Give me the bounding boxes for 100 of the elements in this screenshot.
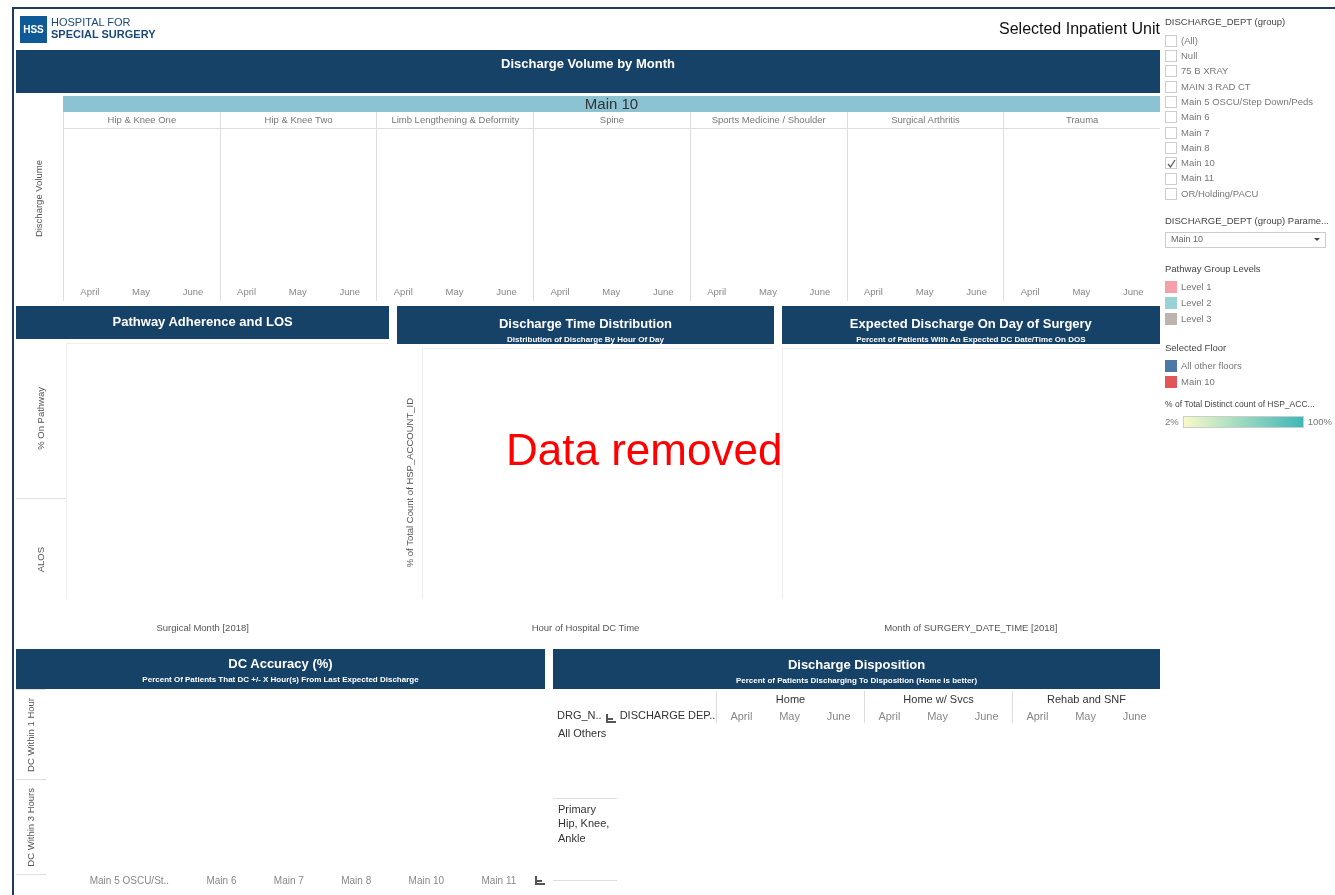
row-label: DC Within 3 Hours bbox=[23, 787, 37, 867]
axis-title: % On Pathway bbox=[33, 387, 47, 451]
sort-icon bbox=[605, 714, 616, 723]
axis-label: Main 7 bbox=[272, 873, 305, 888]
checkbox-label: Main 5 OSCU/Step Down/Peds bbox=[1181, 94, 1313, 109]
checkbox[interactable] bbox=[1165, 126, 1177, 139]
facet-label: Hip & Knee One bbox=[64, 112, 220, 129]
column-header: April bbox=[878, 708, 901, 724]
axis-label: Main 6 bbox=[205, 873, 238, 888]
legend-label: Level 2 bbox=[1181, 295, 1212, 310]
legend-label: 2% bbox=[1165, 415, 1179, 429]
legend-label: Main 10 bbox=[1181, 375, 1215, 390]
axis-label: Main 11 bbox=[480, 873, 518, 888]
legend-label: Level 3 bbox=[1181, 311, 1212, 326]
facet-label: Hip & Knee Two bbox=[220, 112, 377, 129]
axis-label: June bbox=[182, 285, 204, 299]
facet-label: Surgical Arthritis bbox=[847, 112, 1004, 129]
panel-title: DC Accuracy (%) bbox=[227, 655, 334, 673]
row-label: DC Within 1 Hour bbox=[23, 697, 37, 772]
column-header: DISCHARGE DEP.. bbox=[619, 707, 716, 723]
watermark-text: Data removed bbox=[506, 424, 783, 476]
axis-label: June bbox=[809, 285, 831, 299]
legend-label: 100% bbox=[1307, 415, 1332, 429]
checkbox[interactable] bbox=[1165, 157, 1177, 170]
legend-label: Level 1 bbox=[1181, 279, 1212, 294]
row-label: All Others bbox=[558, 726, 608, 741]
axis-label: June bbox=[496, 285, 517, 299]
facet-label: Sports Medicine / Shoulder bbox=[690, 112, 847, 129]
checkbox[interactable] bbox=[1165, 141, 1177, 154]
axis-label: May bbox=[288, 285, 307, 299]
panel-title: Expected Discharge On Day of Surgery bbox=[848, 315, 1093, 333]
legend-title: % of Total Distinct count of HSP_ACC... bbox=[1165, 398, 1316, 411]
panel-subtitle: Percent of Patients Discharging To Disposition (Home is better) bbox=[734, 674, 979, 687]
column-header: Home w/ Svcs bbox=[902, 692, 975, 707]
logo-mark: HSS bbox=[20, 15, 47, 43]
checkbox-label: (All) bbox=[1181, 33, 1198, 48]
legend-title: Pathway Group Levels bbox=[1165, 261, 1262, 276]
legend-title: Selected Floor bbox=[1165, 341, 1228, 355]
row-label: Primary Hip, Knee, Ankle bbox=[558, 802, 611, 845]
axis-label: June bbox=[652, 285, 674, 299]
checkbox[interactable] bbox=[1165, 50, 1177, 63]
parameter-title: DISCHARGE_DEPT (group) Parame... bbox=[1165, 213, 1330, 228]
axis-title: Month of SURGERY_DATE_TIME [2018] bbox=[883, 621, 1059, 635]
dropdown[interactable]: Main 10 bbox=[1165, 231, 1326, 248]
sort-icon bbox=[535, 875, 545, 885]
axis-label: June bbox=[966, 285, 987, 299]
checkbox[interactable] bbox=[1165, 172, 1177, 185]
axis-label: Main 8 bbox=[340, 873, 373, 888]
checkbox[interactable] bbox=[1165, 65, 1177, 78]
column-header: Home bbox=[774, 692, 807, 707]
checkbox[interactable] bbox=[1165, 111, 1177, 124]
column-header: June bbox=[974, 708, 999, 724]
checkbox[interactable] bbox=[1165, 80, 1177, 93]
axis-title: Hour of Hospital DC Time bbox=[530, 621, 641, 635]
axis-label: May bbox=[758, 285, 777, 299]
checkbox-label: OR/Holding/PACU bbox=[1181, 186, 1259, 201]
panel-subtitle: Percent of Patients With An Expected DC Date/Time On DOS bbox=[855, 333, 1087, 346]
column-header: June bbox=[826, 708, 851, 724]
legend-label: All other floors bbox=[1181, 359, 1242, 374]
checkbox[interactable] bbox=[1165, 96, 1177, 109]
axis-label: June bbox=[1123, 285, 1144, 299]
column-header: May bbox=[779, 708, 800, 724]
checkbox-label: Main 11 bbox=[1181, 171, 1215, 186]
logo-text: SPECIAL SURGERY bbox=[51, 29, 156, 41]
axis-label: April bbox=[550, 285, 570, 299]
column-header: June bbox=[1122, 708, 1147, 724]
axis-label: April bbox=[80, 285, 100, 299]
checkbox-label: Main 6 bbox=[1181, 110, 1210, 125]
column-header: Rehab and SNF bbox=[1046, 692, 1127, 707]
filter-title: DISCHARGE_DEPT (group) bbox=[1165, 15, 1287, 29]
checkbox-label: MAIN 3 RAD CT bbox=[1181, 79, 1251, 94]
panel-title: Pathway Adherence and LOS bbox=[111, 313, 294, 331]
column-header: May bbox=[927, 708, 948, 724]
axis-label: May bbox=[445, 285, 464, 299]
facet-label: Limb Lengthening & Deformity bbox=[377, 112, 534, 129]
checkbox-label: Null bbox=[1181, 49, 1198, 64]
axis-label: May bbox=[602, 285, 621, 299]
panel-title: Discharge Disposition bbox=[786, 656, 927, 674]
axis-title: Surgical Month [2018] bbox=[155, 621, 250, 635]
axis-title: ALOS bbox=[33, 547, 47, 573]
checkbox[interactable] bbox=[1165, 34, 1177, 47]
page-title: Selected Inpatient Unit bbox=[999, 19, 1160, 39]
checkbox[interactable] bbox=[1165, 187, 1177, 200]
checkbox-label: Main 10 bbox=[1181, 156, 1215, 171]
axis-title: % of Total Count of HSP_ACCOUNT_ID bbox=[402, 397, 416, 568]
column-header: DRG_N.. bbox=[557, 707, 602, 723]
column-header: May bbox=[1075, 708, 1096, 724]
axis-label: Main 10 bbox=[407, 873, 446, 888]
column-header: April bbox=[1026, 708, 1049, 724]
facet-label: Trauma bbox=[1004, 112, 1161, 129]
axis-label: April bbox=[237, 285, 257, 299]
axis-label: Main 5 OSCU/St.. bbox=[88, 873, 171, 888]
checkbox-label: Main 8 bbox=[1181, 140, 1210, 155]
axis-label: April bbox=[707, 285, 727, 299]
axis-label: April bbox=[1020, 285, 1040, 299]
axis-title: Discharge Volume bbox=[32, 159, 46, 238]
panel-subtitle: Percent Of Patients That DC +/- X Hour(s) From Last Expected Discharge bbox=[141, 673, 420, 686]
axis-label: May bbox=[132, 285, 150, 299]
axis-label: May bbox=[915, 285, 934, 299]
caret-icon bbox=[1314, 238, 1320, 242]
